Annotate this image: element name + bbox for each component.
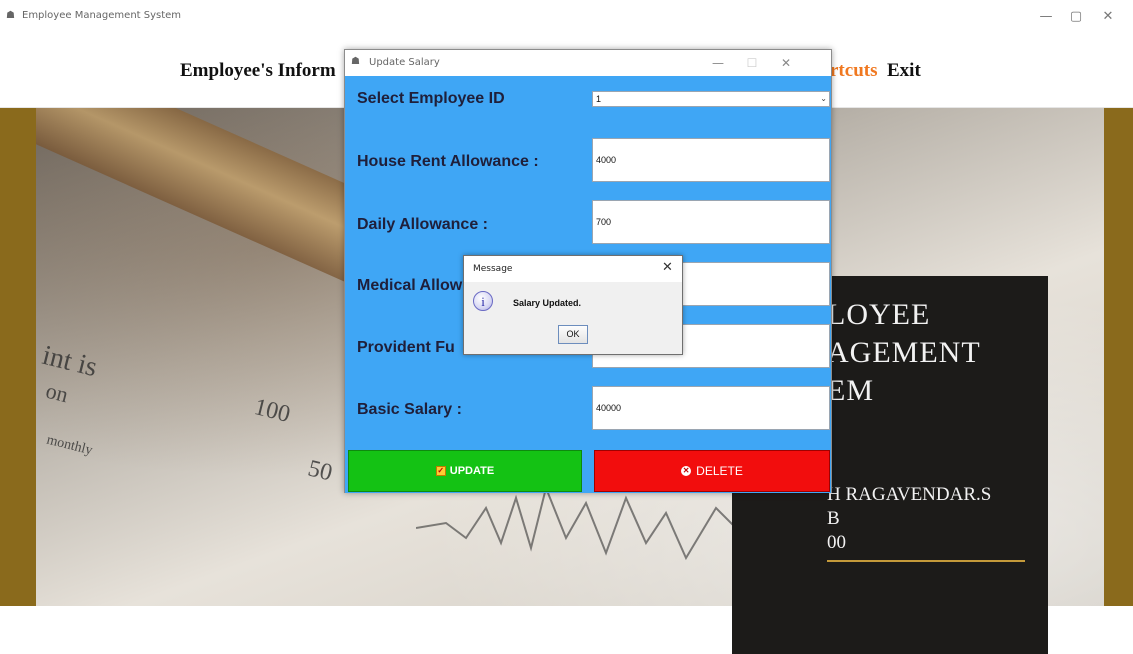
- employee-id-value: 1: [596, 94, 602, 104]
- dialog-titlebar: ☗ Update Salary — ☐ ✕: [345, 50, 831, 76]
- photo-text: monthly: [44, 432, 94, 459]
- delete-button[interactable]: ✕ DELETE: [594, 450, 830, 492]
- dialog-title: Update Salary: [369, 57, 440, 68]
- photo-text: on: [43, 377, 71, 408]
- employee-id-label: Select Employee ID: [357, 90, 505, 107]
- update-button-label: UPDATE: [449, 465, 495, 477]
- message-text: Salary Updated.: [513, 298, 582, 308]
- app-icon: ☗: [351, 56, 360, 67]
- basic-salary-label: Basic Salary :: [357, 401, 462, 418]
- menu-exit[interactable]: Exit: [887, 60, 921, 82]
- message-close-button[interactable]: ✕: [662, 260, 673, 275]
- app-icon: ☗: [6, 10, 15, 21]
- medical-allowance-label: Medical Allow: [357, 277, 463, 294]
- daily-allowance-label: Daily Allowance :: [357, 216, 488, 233]
- menu-shortcuts[interactable]: rtcuts: [830, 60, 877, 82]
- message-dialog: Message ✕ i Salary Updated. OK: [463, 255, 683, 355]
- photo-text: 50: [305, 455, 335, 487]
- message-title: Message: [473, 264, 513, 274]
- close-button[interactable]: ✕: [1096, 6, 1120, 28]
- minimize-button[interactable]: —: [1034, 6, 1058, 28]
- panel-author-line: 00: [827, 532, 846, 553]
- panel-title-line: EM: [827, 374, 874, 407]
- panel-title-line: AGEMENT: [827, 336, 981, 369]
- update-button[interactable]: ✓ UPDATE: [348, 450, 582, 492]
- panel-author-line: B: [827, 508, 840, 529]
- ok-button[interactable]: OK: [558, 325, 588, 344]
- checkbox-icon: ✓: [435, 466, 446, 476]
- basic-salary-input[interactable]: 40000: [592, 386, 830, 430]
- delete-icon: ✕: [681, 466, 692, 476]
- photo-text: int is: [39, 339, 101, 384]
- provident-fund-label: Provident Fu: [357, 339, 455, 356]
- hra-input[interactable]: 4000: [592, 138, 830, 182]
- delete-button-label: DELETE: [696, 464, 743, 478]
- message-titlebar: Message ✕: [464, 256, 682, 282]
- main-window-title: Employee Management System: [22, 10, 182, 21]
- panel-title-line: LOYEE: [827, 298, 931, 331]
- panel-divider: [827, 560, 1025, 562]
- photo-text: 100: [251, 394, 293, 428]
- daily-allowance-input[interactable]: 700: [592, 200, 830, 244]
- chevron-down-icon: ⌄: [820, 94, 827, 103]
- menu-employee-info[interactable]: Employee's Inform: [180, 60, 336, 82]
- restore-button[interactable]: ▢: [1064, 6, 1088, 28]
- main-window-titlebar: ☗ Employee Management System — ▢ ✕: [0, 0, 1133, 34]
- hra-label: House Rent Allowance :: [357, 153, 539, 170]
- dialog-minimize-button[interactable]: —: [707, 53, 729, 73]
- dialog-close-button[interactable]: ✕: [775, 53, 797, 73]
- panel-author-line: H RAGAVENDAR.S: [827, 484, 992, 505]
- employee-id-select[interactable]: 1 ⌄: [592, 91, 830, 107]
- info-icon: i: [473, 291, 493, 311]
- dialog-maximize-button: ☐: [746, 56, 758, 70]
